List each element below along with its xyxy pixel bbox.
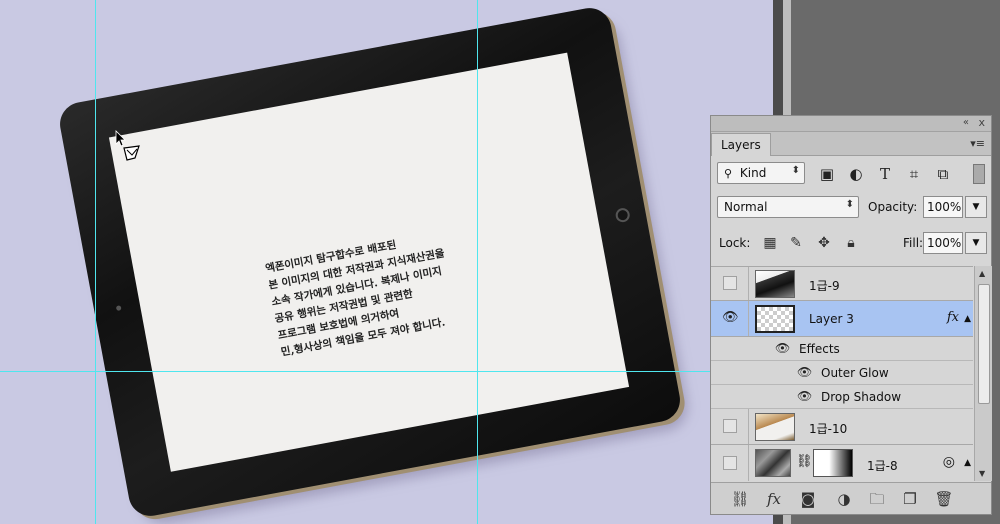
lock-position-icon[interactable]: ✥ — [815, 234, 833, 252]
new-layer-icon[interactable]: ❐ — [899, 488, 921, 510]
guide-vertical[interactable] — [477, 0, 478, 524]
lock-transparent-pixels-icon[interactable]: ▦ — [761, 234, 779, 252]
opacity-input[interactable]: 100% — [923, 196, 963, 218]
close-panel-icon[interactable]: x — [978, 116, 985, 129]
visibility-off-box — [723, 276, 737, 290]
link-layers-icon[interactable]: ⛓ — [729, 488, 751, 510]
layer-name[interactable]: 1급-10 — [809, 420, 847, 437]
blend-row: Normal ⬍ Opacity: 100% ▼ — [717, 196, 987, 220]
layer-list: 1급-9 👁︎ Layer 3 fx ▲ 👁︎ Effects 👁︎ Outer… — [711, 266, 973, 481]
fill-input[interactable]: 100% — [923, 232, 963, 254]
opacity-label: Opacity: — [868, 200, 918, 214]
layer-thumbnail — [755, 413, 795, 441]
spinner-arrows-icon: ⬍ — [845, 199, 854, 210]
layer-mask-thumbnail[interactable] — [813, 449, 853, 477]
shape-filter-icon[interactable]: ⌗ — [904, 164, 924, 184]
search-icon: ⚲ — [724, 167, 733, 180]
scrollbar-thumb[interactable] — [978, 284, 990, 404]
scroll-up-icon[interactable]: ▲ — [979, 269, 985, 278]
layer-effects-fx-icon[interactable]: fx — [947, 310, 959, 325]
layer-thumbnail — [755, 270, 795, 298]
panel-tab-row: Layers ▾≡ — [711, 132, 991, 156]
visibility-off-box — [723, 419, 737, 433]
screen-copyright-text: 엑폰이미지 탐구합수로 배포된 본 이미지의 대한 저작권과 지식재산권을 소속… — [264, 214, 538, 362]
spinner-arrows-icon: ⬍ — [791, 165, 800, 176]
eye-icon[interactable]: 👁︎ — [797, 365, 812, 379]
tablet-image: 엑폰이미지 탐구합수로 배포된 본 이미지의 대한 저작권과 지식재산권을 소속… — [56, 4, 692, 524]
layer-visibility-toggle[interactable] — [711, 445, 749, 481]
layer-filter-row: ⚲ Kind ⬍ ▣ ◐ T ⌗ ⧉ — [717, 162, 987, 186]
guide-vertical[interactable] — [95, 0, 96, 524]
eye-icon[interactable]: 👁︎ — [797, 389, 812, 403]
layer-visibility-toggle[interactable] — [711, 409, 749, 444]
new-adjustment-icon[interactable]: ◑ — [833, 488, 855, 510]
collapse-chevron-icon[interactable]: ▲ — [964, 458, 971, 468]
layer-list-scrollbar[interactable]: ▲ ▼ — [974, 266, 992, 481]
panel-title-bar[interactable]: « x — [711, 116, 991, 132]
adjustment-filter-icon[interactable]: ◐ — [846, 164, 866, 184]
guide-horizontal[interactable] — [0, 371, 773, 372]
lock-all-icon[interactable]: 🔒︎ — [842, 234, 860, 252]
layer-visibility-toggle[interactable]: 👁︎ — [711, 301, 749, 336]
visibility-off-box — [723, 456, 737, 470]
filter-toggle-switch[interactable] — [973, 164, 985, 184]
layer-row[interactable]: 1급-10 — [711, 409, 973, 445]
layer-row-selected[interactable]: 👁︎ Layer 3 fx ▲ — [711, 301, 973, 337]
layer-name[interactable]: Layer 3 — [809, 312, 854, 326]
add-mask-icon[interactable]: ◙ — [797, 488, 819, 510]
tablet-screen: 엑폰이미지 탐구합수로 배포된 본 이미지의 대한 저작권과 지식재산권을 소속… — [108, 52, 630, 472]
blend-mode-value: Normal — [724, 200, 768, 214]
layer-thumbnail — [755, 305, 795, 333]
fill-dropdown-button[interactable]: ▼ — [965, 232, 987, 254]
type-filter-icon[interactable]: T — [875, 164, 895, 184]
tablet-home-button — [614, 207, 631, 224]
layer-thumbnail — [755, 449, 791, 477]
document-canvas[interactable]: 엑폰이미지 탐구합수로 배포된 본 이미지의 대한 저작권과 지식재산권을 소속… — [0, 0, 773, 524]
scroll-down-icon[interactable]: ▼ — [979, 469, 985, 478]
smart-object-filter-icon[interactable]: ⧉ — [933, 164, 953, 184]
layer-row[interactable]: 1급-9 — [711, 267, 973, 301]
image-filter-icon[interactable]: ▣ — [817, 164, 837, 184]
effects-label: Effects — [799, 342, 840, 356]
collapse-panel-icon[interactable]: « — [963, 117, 969, 128]
collapse-effects-chevron-icon[interactable]: ▲ — [964, 314, 971, 324]
mask-link-icon[interactable]: ⛓ — [796, 454, 813, 469]
panel-menu-icon[interactable]: ▾≡ — [970, 137, 985, 150]
effect-label: Drop Shadow — [821, 390, 902, 404]
new-group-icon[interactable]: 🗀︎ — [866, 488, 888, 510]
filter-kind-select[interactable]: ⚲ Kind ⬍ — [717, 162, 805, 184]
effect-row-outer-glow[interactable]: 👁︎ Outer Glow — [711, 361, 973, 385]
filter-kind-label: Kind — [739, 166, 767, 180]
effects-group-row[interactable]: 👁︎ Effects — [711, 337, 973, 361]
effect-row-drop-shadow[interactable]: 👁︎ Drop Shadow — [711, 385, 973, 409]
layers-bottom-toolbar: ⛓ fx ◙ ◑ 🗀︎ ❐ 🗑︎ — [711, 482, 991, 514]
layer-name[interactable]: 1급-9 — [809, 277, 840, 294]
lock-label: Lock: — [719, 236, 751, 250]
tab-layers[interactable]: Layers — [711, 133, 771, 156]
eye-icon: 👁︎ — [722, 310, 739, 325]
layer-visibility-toggle[interactable] — [711, 267, 749, 300]
layer-row[interactable]: ⛓ 1급-8 ◎ ▲ — [711, 445, 973, 481]
lock-row: Lock: ▦ ✎ ✥ 🔒︎ Fill: 100% ▼ — [717, 232, 987, 256]
effect-label: Outer Glow — [821, 366, 889, 380]
tablet-camera — [115, 305, 122, 311]
smart-filter-icon: ◎ — [942, 454, 955, 470]
opacity-dropdown-button[interactable]: ▼ — [965, 196, 987, 218]
move-cursor-icon — [115, 130, 140, 161]
delete-layer-icon[interactable]: 🗑︎ — [933, 488, 955, 510]
add-style-icon[interactable]: fx — [763, 488, 785, 510]
fill-label: Fill: — [903, 236, 924, 250]
layers-panel: « x Layers ▾≡ ⚲ Kind ⬍ ▣ ◐ T ⌗ ⧉ Normal … — [710, 115, 992, 515]
eye-icon[interactable]: 👁︎ — [775, 341, 790, 355]
lock-image-pixels-icon[interactable]: ✎ — [787, 234, 805, 252]
layer-name[interactable]: 1급-8 — [867, 457, 898, 474]
blend-mode-select[interactable]: Normal ⬍ — [717, 196, 859, 218]
